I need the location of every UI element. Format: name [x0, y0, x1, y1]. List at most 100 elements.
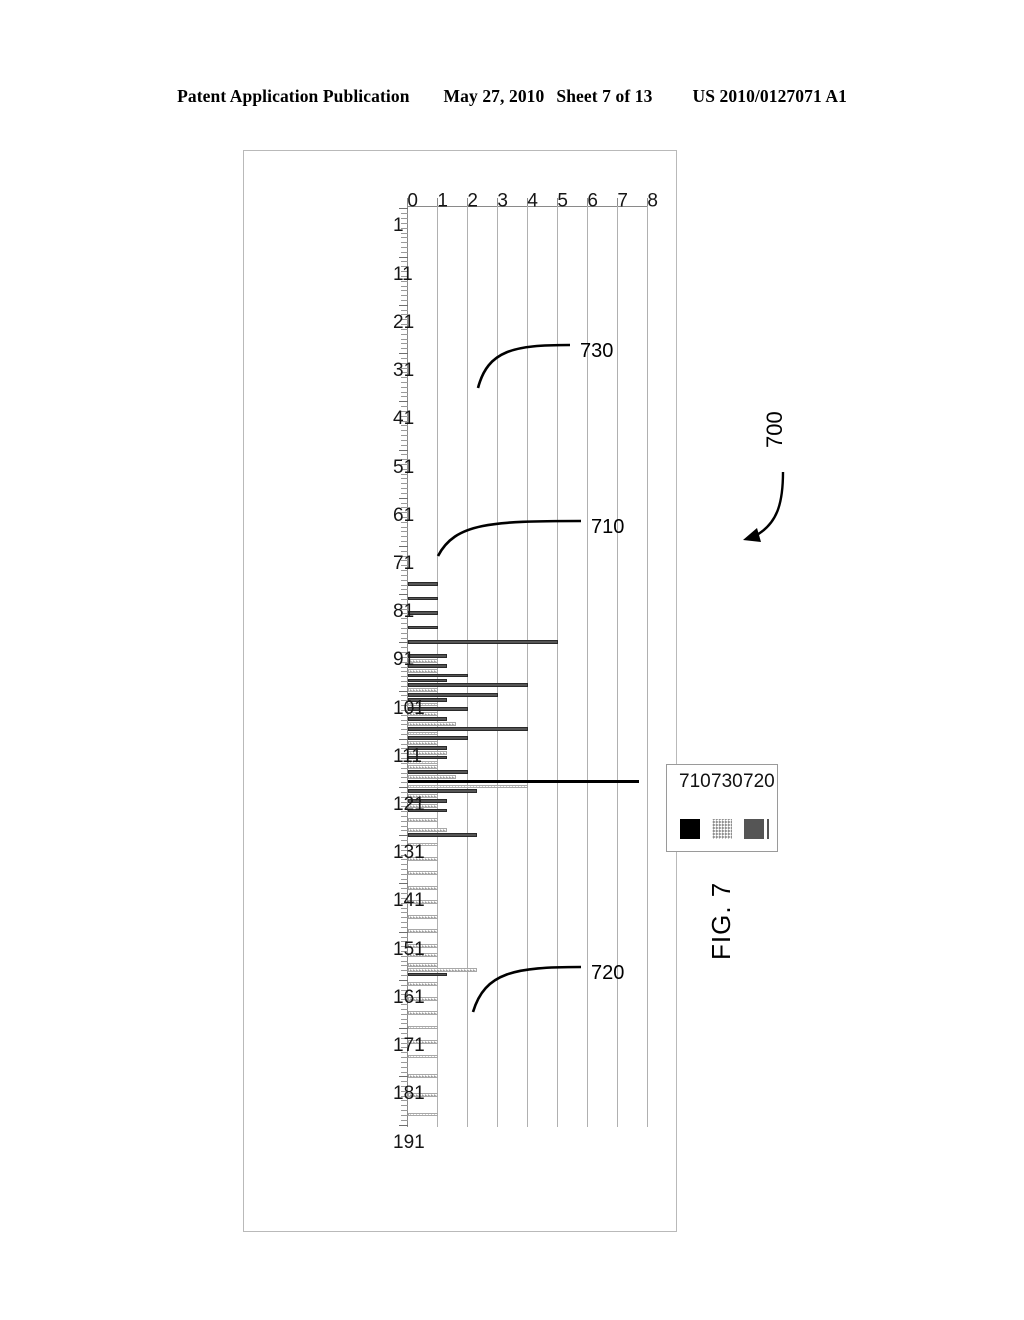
- bar-series-720: [408, 726, 528, 731]
- legend: 720 730 710: [666, 764, 778, 852]
- category-tick: [401, 820, 408, 822]
- category-tick: [401, 574, 408, 576]
- value-axis-label: 5: [557, 190, 568, 212]
- callout-720-label: 720: [591, 962, 625, 984]
- category-tick: [401, 396, 408, 398]
- category-tick: [401, 864, 408, 866]
- callout-710-leader: [436, 519, 582, 557]
- category-tick-major: [399, 401, 408, 403]
- bar-series-730: [408, 914, 438, 919]
- legend-label-710: 710: [679, 771, 711, 792]
- category-tick: [401, 917, 408, 919]
- legend-label-720: 720: [743, 771, 775, 792]
- category-tick-major: [399, 594, 408, 596]
- category-tick-major: [399, 1076, 408, 1078]
- legend-swatch-730: [712, 819, 732, 839]
- bar-series-720: [408, 972, 447, 977]
- category-axis-label: 31: [393, 360, 415, 382]
- header-date: May 27, 2010: [443, 86, 545, 106]
- bar-series-720: [408, 736, 468, 741]
- bar-series-730: [408, 721, 456, 726]
- category-axis-label: 191: [393, 1131, 425, 1153]
- category-tick: [401, 251, 408, 253]
- category-tick-major: [399, 883, 408, 885]
- value-axis-label: 8: [647, 190, 658, 212]
- category-axis-label: 71: [393, 552, 415, 574]
- header-pub-number: US 2010/0127071 A1: [692, 86, 847, 106]
- category-tick: [401, 261, 408, 263]
- bar-series-730: [408, 774, 456, 779]
- category-tick-major: [399, 738, 408, 740]
- figure-reference-numeral: 700: [762, 411, 787, 448]
- callout-730-label: 730: [580, 340, 614, 362]
- header-sheet: Sheet 7 of 13: [556, 86, 653, 106]
- category-tick: [401, 926, 408, 928]
- category-axis-label: 41: [393, 408, 415, 430]
- category-tick-major: [399, 208, 408, 210]
- category-tick: [401, 1057, 408, 1059]
- category-tick: [401, 295, 408, 297]
- category-tick: [401, 965, 408, 967]
- category-tick-major: [399, 979, 408, 981]
- bar-series-730: [408, 688, 438, 692]
- category-tick-major: [399, 931, 408, 933]
- category-tick: [401, 1110, 408, 1112]
- value-axis-label: 2: [467, 190, 478, 212]
- category-tick: [401, 1008, 408, 1010]
- category-axis-label: 61: [393, 504, 415, 526]
- category-tick: [401, 1032, 408, 1034]
- category-tick: [401, 632, 408, 634]
- category-tick: [401, 1061, 408, 1063]
- bar-series-730: [408, 818, 438, 823]
- category-tick: [401, 454, 408, 456]
- category-tick: [401, 242, 408, 244]
- category-tick: [401, 338, 408, 340]
- legend-swatch-710: [680, 819, 700, 839]
- category-tick: [401, 406, 408, 408]
- category-tick: [401, 695, 408, 697]
- value-axis-label: 6: [587, 190, 598, 212]
- category-tick-major: [399, 690, 408, 692]
- bar-series-730: [408, 963, 438, 967]
- category-tick-major: [399, 545, 408, 547]
- category-axis-label: 161: [393, 986, 425, 1008]
- category-tick: [401, 430, 408, 432]
- category-tick: [401, 488, 408, 490]
- category-tick: [401, 936, 408, 938]
- legend-entry-710: 710: [675, 765, 711, 853]
- bar-series-720: [408, 625, 438, 630]
- gridline: [617, 206, 618, 1127]
- category-tick: [401, 444, 408, 446]
- category-tick: [401, 623, 408, 625]
- category-axis-label: 51: [393, 456, 415, 478]
- category-axis-label: 91: [393, 649, 415, 671]
- bar-series-730: [408, 871, 438, 876]
- legend-label-730: 730: [711, 771, 743, 792]
- category-tick: [401, 869, 408, 871]
- bar-series-710: [408, 779, 639, 783]
- category-tick-major: [399, 304, 408, 306]
- legend-swatch-720: [744, 819, 764, 839]
- category-tick: [401, 439, 408, 441]
- bar-series-720: [408, 673, 468, 678]
- category-tick: [401, 743, 408, 745]
- category-tick-major: [399, 835, 408, 837]
- category-tick: [401, 550, 408, 552]
- bar-series-720: [408, 639, 558, 644]
- category-axis-label: 141: [393, 890, 425, 912]
- bar-series-730: [408, 1011, 438, 1016]
- category-tick: [401, 1071, 408, 1073]
- category-tick: [401, 878, 408, 880]
- category-tick: [401, 584, 408, 586]
- category-tick: [401, 1066, 408, 1068]
- bar-series-730: [408, 1025, 438, 1030]
- category-tick: [401, 435, 408, 437]
- category-tick-major: [399, 449, 408, 451]
- category-tick: [401, 237, 408, 239]
- category-tick: [401, 830, 408, 832]
- value-axis-label: 0: [407, 190, 418, 212]
- header-publication: Patent Application Publication: [177, 86, 410, 106]
- value-axis-label: 1: [437, 190, 448, 212]
- category-tick: [401, 1114, 408, 1116]
- category-tick: [401, 825, 408, 827]
